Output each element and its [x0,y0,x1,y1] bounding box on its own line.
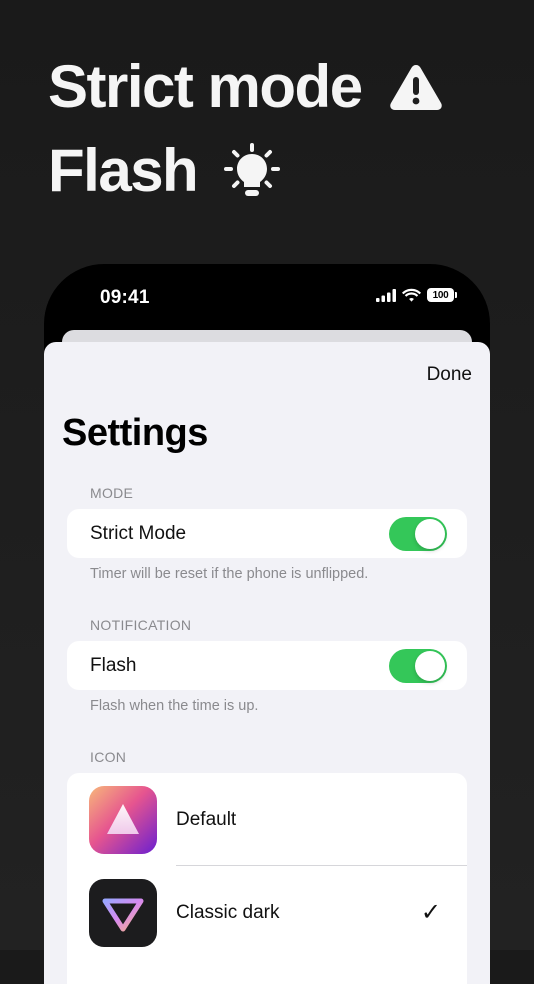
status-icons: 100 [376,288,457,302]
section-header-notification: NOTIFICATION [90,617,192,633]
checkmark-icon: ✓ [420,899,441,926]
phone-frame: 09:41 100 Done Settings MODE Strict Mode… [44,264,490,984]
warning-triangle-icon [388,62,444,112]
icon-option-classic-dark[interactable]: Classic dark ✓ [67,866,467,959]
notification-group: Flash [67,641,467,690]
wifi-icon [402,288,421,302]
status-time: 09:41 [100,287,150,308]
mode-group: Strict Mode [67,509,467,558]
mode-footer: Timer will be reset if the phone is unfl… [90,566,369,582]
icon-group: Default Classic dark ✓ [67,773,467,984]
toggle-knob [415,651,445,681]
headline-strict-mode: Strict mode [48,57,444,117]
strict-mode-label: Strict Mode [90,522,187,544]
notification-footer: Flash when the time is up. [90,698,259,714]
signal-icon [376,288,396,302]
toggle-knob [415,519,445,549]
flash-toggle[interactable] [389,649,447,683]
section-header-mode: MODE [90,485,134,501]
icon-option-default[interactable]: Default [67,773,467,866]
done-button[interactable]: Done [427,364,472,386]
status-bar: 09:41 100 [44,264,490,324]
headline-flash: Flash [48,141,281,201]
flash-label: Flash [90,654,137,676]
section-header-icon: ICON [90,749,127,765]
headline-line2: Flash [48,137,199,204]
flashlight-icon [223,142,281,200]
page-title: Settings [62,412,208,454]
icon-option-classic-dark-label: Classic dark [176,901,280,923]
strict-mode-row: Strict Mode [67,509,467,558]
battery-level: 100 [432,289,449,301]
dark-triangle-icon [89,878,157,947]
settings-sheet: Done Settings MODE Strict Mode Timer wil… [44,342,490,984]
battery-icon: 100 [427,288,457,302]
icon-option-default-label: Default [176,808,237,830]
headline-line1: Strict mode [48,53,363,120]
strict-mode-toggle[interactable] [389,517,447,551]
gradient-triangle-icon [89,785,157,854]
flash-row: Flash [67,641,467,690]
